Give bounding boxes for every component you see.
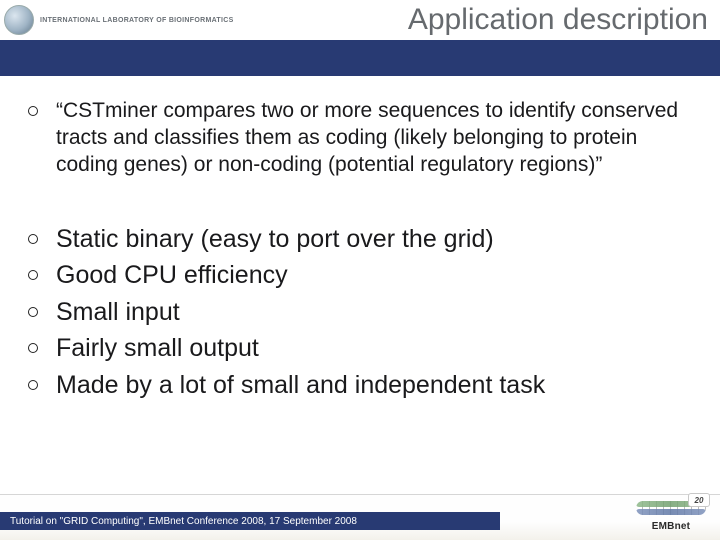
list-item: Fairly small output	[28, 332, 680, 365]
bullet-icon	[28, 343, 38, 353]
embnet-logo: 20 EMBnet	[636, 497, 706, 532]
bullet-icon	[28, 234, 38, 244]
anniversary-badge: 20	[688, 493, 710, 507]
list-item: Static binary (easy to port over the gri…	[28, 223, 680, 256]
bullet-text: Fairly small output	[56, 332, 259, 365]
title-underline-bar	[0, 40, 720, 76]
embnet-label: EMBnet	[652, 521, 690, 532]
list-item: “CSTminer compares two or more sequences…	[28, 98, 680, 179]
logo-text: INTERNATIONAL LABORATORY OF BIOINFORMATI…	[40, 17, 234, 24]
bullet-text: Static binary (easy to port over the gri…	[56, 223, 494, 256]
quote-text: “CSTminer compares two or more sequences…	[56, 98, 680, 179]
helix-icon: 20	[636, 497, 706, 519]
list-item: Small input	[28, 296, 680, 329]
bullet-text: Small input	[56, 296, 180, 329]
bullet-icon	[28, 307, 38, 317]
bullet-icon	[28, 270, 38, 280]
bullet-text: Made by a lot of small and independent t…	[56, 369, 545, 402]
list-item: Good CPU efficiency	[28, 259, 680, 292]
bullet-icon	[28, 106, 38, 116]
org-logo: INTERNATIONAL LABORATORY OF BIOINFORMATI…	[4, 5, 234, 35]
bullet-icon	[28, 380, 38, 390]
header-bar: INTERNATIONAL LABORATORY OF BIOINFORMATI…	[0, 0, 720, 40]
list-item: Made by a lot of small and independent t…	[28, 369, 680, 402]
logo-icon	[4, 5, 34, 35]
bullet-text: Good CPU efficiency	[56, 259, 288, 292]
slide-content: “CSTminer compares two or more sequences…	[0, 76, 720, 401]
page-title: Application description	[408, 3, 708, 37]
footer-caption: Tutorial on "GRID Computing", EMBnet Con…	[0, 512, 500, 530]
